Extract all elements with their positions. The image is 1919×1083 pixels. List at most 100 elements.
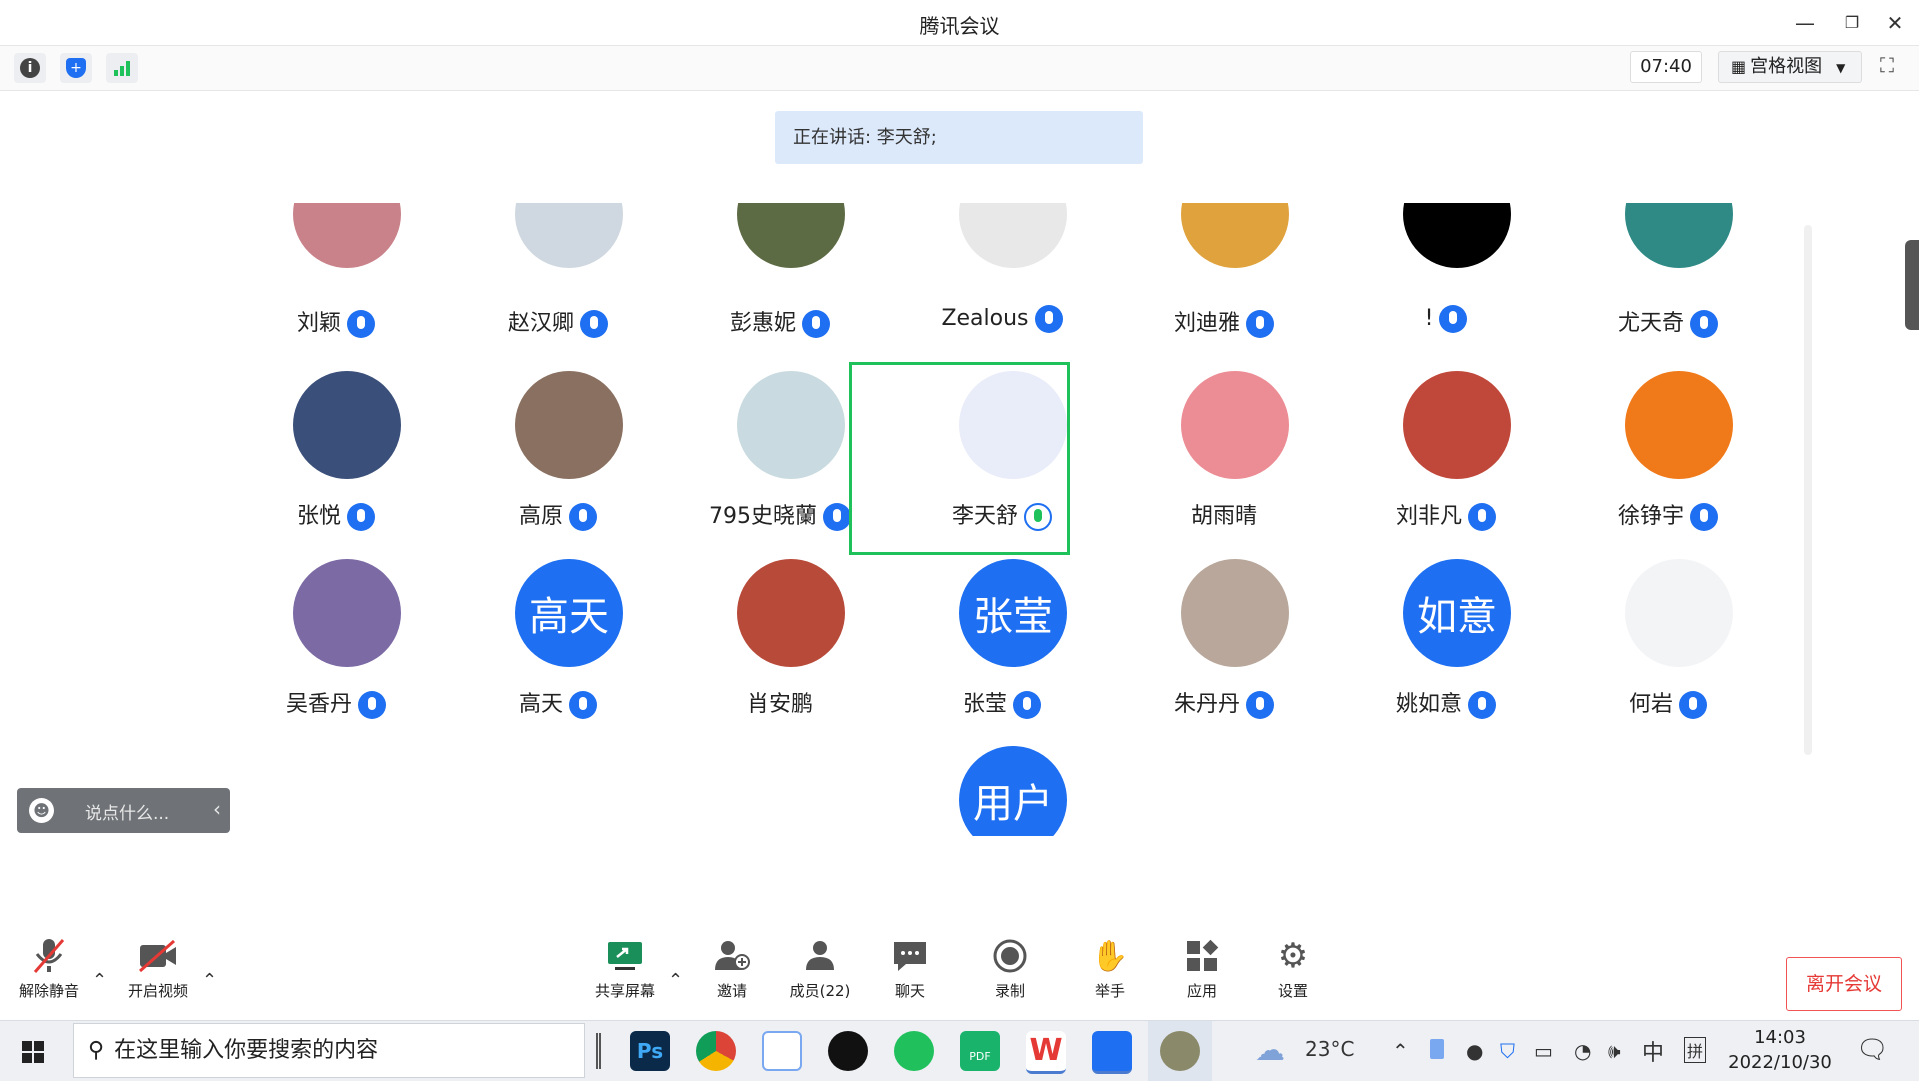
participant-tile[interactable]: 刘迪雅 xyxy=(1113,203,1335,388)
participant-tile[interactable]: 张悦 xyxy=(225,371,447,556)
apps-button[interactable]: 应用 xyxy=(1157,936,1247,1001)
battery-icon[interactable]: ▭ xyxy=(1534,1039,1553,1063)
participant-name: 795史晓蘭 xyxy=(709,504,817,529)
raise-hand-button[interactable]: ✋ 举手 xyxy=(1065,936,1155,1001)
weather-icon: ☁ xyxy=(1255,1033,1285,1068)
participant-tile[interactable]: 肖安鹏 xyxy=(669,559,891,744)
network-button[interactable] xyxy=(106,53,138,83)
participant-tile[interactable]: 彭惠妮 xyxy=(669,203,891,388)
participant-name: 姚如意 xyxy=(1395,692,1462,717)
collapse-chevron-icon[interactable]: ‹ xyxy=(213,797,221,821)
participant-name: 高原 xyxy=(518,504,563,529)
participant-tile[interactable]: 高原 xyxy=(447,371,669,556)
settings-button[interactable]: ⚙ 设置 xyxy=(1248,936,1338,1001)
mic-muted-icon xyxy=(1690,310,1718,338)
start-video-button[interactable]: 开启视频 xyxy=(113,936,203,1001)
wechat-icon[interactable] xyxy=(894,1031,934,1071)
notification-icon[interactable]: 🗨 xyxy=(1856,1035,1889,1065)
windows-start-icon[interactable] xyxy=(22,1041,44,1063)
avatar xyxy=(515,203,623,268)
pdf-app-icon[interactable]: PDF xyxy=(960,1031,1000,1071)
taskbar-search-input[interactable]: ⚲ 在这里输入你要搜索的内容 xyxy=(73,1023,585,1078)
participant-tile[interactable]: 朱丹丹 xyxy=(1113,559,1335,744)
participant-tile[interactable]: 赵汉卿 xyxy=(447,203,669,388)
avatar: 高天 xyxy=(515,559,623,667)
meeting-timer: 07:40 xyxy=(1630,51,1702,83)
video-options-chevron-icon[interactable]: ⌃ xyxy=(202,970,217,991)
participant-tile[interactable]: 用户 xyxy=(891,746,1113,836)
grid-scrollbar[interactable] xyxy=(1804,225,1812,755)
tray-expand-chevron-icon[interactable]: ⌃ xyxy=(1392,1039,1409,1063)
members-button[interactable]: 成员(22) xyxy=(775,936,865,1001)
leave-meeting-button[interactable]: 离开会议 xyxy=(1786,957,1902,1011)
fullscreen-icon[interactable]: ⛶ xyxy=(1880,53,1910,83)
chrome-icon[interactable] xyxy=(696,1031,736,1071)
participant-tile[interactable]: 何岩 xyxy=(1557,559,1779,744)
qq-tray-icon[interactable]: ● xyxy=(1466,1039,1483,1063)
search-icon: ⚲ xyxy=(88,1038,105,1063)
minimize-icon[interactable]: — xyxy=(1790,8,1820,38)
security-button[interactable]: + xyxy=(60,53,92,83)
speaking-banner: 正在讲话: 李天舒; xyxy=(775,111,1143,164)
side-panel-tab[interactable] xyxy=(1905,240,1919,330)
participant-tile[interactable]: 刘颖 xyxy=(225,203,447,388)
video-off-icon xyxy=(138,936,178,976)
participant-tile[interactable]: ! xyxy=(1335,203,1557,388)
shield-icon: + xyxy=(66,58,86,78)
chat-quick-input[interactable]: ☻ 说点什么... ‹ xyxy=(17,788,230,833)
participant-name: 张悦 xyxy=(296,504,341,529)
muted-mic-icon xyxy=(29,936,69,976)
share-options-chevron-icon[interactable]: ⌃ xyxy=(668,970,683,991)
participant-name: 高天 xyxy=(518,692,563,717)
close-icon[interactable]: ✕ xyxy=(1880,8,1910,38)
chat-placeholder[interactable]: 说点什么... xyxy=(85,799,169,824)
participant-tile[interactable]: 胡雨晴 xyxy=(1113,371,1335,556)
wps-icon[interactable]: W xyxy=(1026,1031,1066,1074)
usb-icon[interactable] xyxy=(1430,1039,1444,1059)
avatar-app-icon[interactable] xyxy=(1160,1031,1200,1071)
participant-tile[interactable]: 尤天奇 xyxy=(1557,203,1779,388)
participant-tile[interactable]: 徐铮宇 xyxy=(1557,371,1779,556)
photoshop-icon[interactable]: Ps xyxy=(630,1031,670,1071)
os-taskbar: ⚲ 在这里输入你要搜索的内容 Ps PDF W ☁ 23°C ⌃ ● ⛉ ▭ ◔ … xyxy=(0,1020,1919,1081)
weather-temp[interactable]: 23°C xyxy=(1305,1037,1354,1061)
record-label: 录制 xyxy=(994,982,1025,1000)
security-tray-icon[interactable]: ⛉ xyxy=(1500,1039,1515,1063)
participant-tile[interactable]: 吴香丹 xyxy=(225,559,447,744)
chat-label: 聊天 xyxy=(894,982,925,1000)
participant-tile[interactable]: Zealous xyxy=(891,203,1113,388)
ime-mode[interactable]: 中 xyxy=(1642,1035,1664,1067)
restore-icon[interactable]: ❐ xyxy=(1837,8,1867,38)
chat-button[interactable]: 聊天 xyxy=(865,936,955,1001)
invite-button[interactable]: 邀请 xyxy=(687,936,777,1001)
share-screen-button[interactable]: 共享屏幕 xyxy=(580,936,670,1001)
avatar xyxy=(737,203,845,268)
taskbar-clock[interactable]: 14:03 2022/10/30 xyxy=(1720,1025,1840,1075)
tencent-meeting-icon[interactable] xyxy=(1092,1031,1132,1074)
wifi-icon[interactable]: ◔ xyxy=(1574,1039,1591,1063)
avatar xyxy=(293,203,401,268)
baidu-netdisk-icon[interactable] xyxy=(762,1031,802,1071)
mic-muted-icon xyxy=(569,691,597,719)
participant-name: 徐铮宇 xyxy=(1617,504,1684,529)
add-user-icon xyxy=(712,936,752,976)
mic-muted-icon xyxy=(1679,691,1707,719)
qq-icon[interactable] xyxy=(828,1031,868,1071)
participant-name: 彭惠妮 xyxy=(729,311,796,336)
audio-options-chevron-icon[interactable]: ⌃ xyxy=(92,970,107,991)
participant-tile[interactable]: 高天 高天 xyxy=(447,559,669,744)
participant-tile[interactable]: 刘非凡 xyxy=(1335,371,1557,556)
mic-muted-icon xyxy=(347,503,375,531)
participant-tile[interactable]: 如意 姚如意 xyxy=(1335,559,1557,744)
ime-pinyin[interactable]: 拼 xyxy=(1684,1037,1707,1063)
info-button[interactable]: i xyxy=(14,53,46,83)
volume-icon[interactable]: 🕪 xyxy=(1608,1039,1621,1063)
participant-name: Zealous xyxy=(941,306,1029,331)
view-mode-dropdown[interactable]: ▦ 宫格视图 ▼ xyxy=(1718,51,1862,83)
participant-name: 肖安鹏 xyxy=(746,692,813,717)
emoji-icon[interactable]: ☻ xyxy=(29,798,54,823)
participant-tile[interactable]: 张莹 张莹 xyxy=(891,559,1113,744)
unmute-button[interactable]: 解除静音 xyxy=(4,936,94,1001)
mic-muted-icon xyxy=(802,310,830,338)
record-button[interactable]: 录制 xyxy=(965,936,1055,1001)
